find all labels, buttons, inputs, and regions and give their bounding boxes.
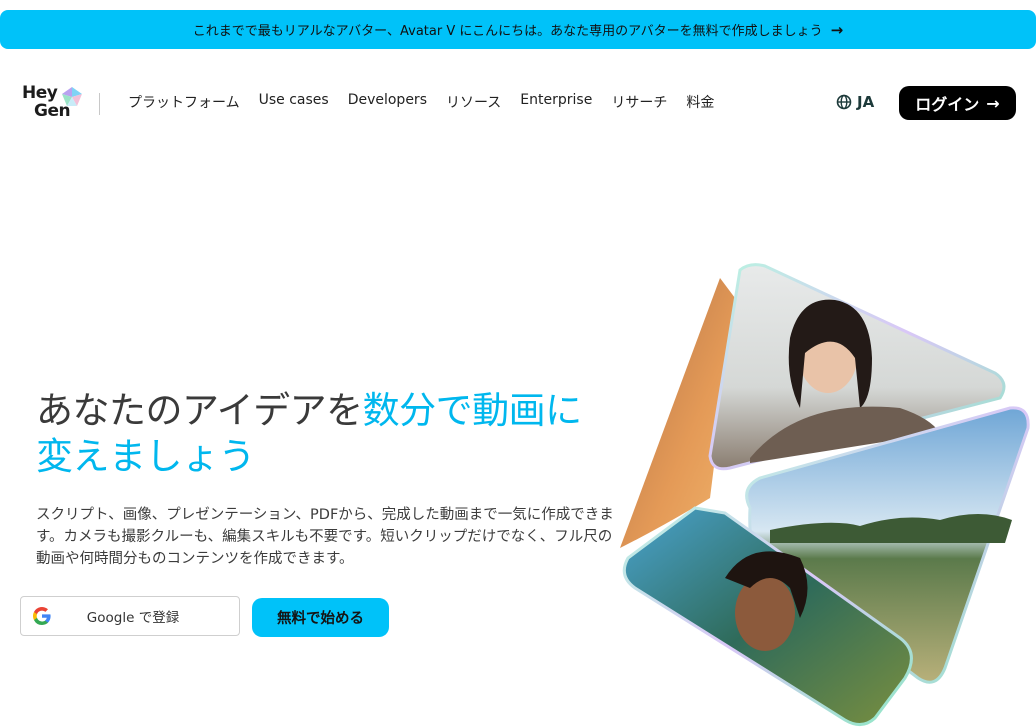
language-label: JA <box>857 93 875 111</box>
heygen-logo[interactable]: Hey Gen <box>22 84 86 122</box>
hero-avatar-collage <box>620 263 1030 726</box>
nav-item-research[interactable]: リサーチ <box>611 92 667 112</box>
nav-item-pricing[interactable]: 料金 <box>686 92 714 112</box>
nav-item-developers[interactable]: Developers <box>348 92 427 112</box>
start-free-label: 無料で始める <box>277 611 364 627</box>
nav-item-resources[interactable]: リソース <box>446 92 501 112</box>
headline-highlight1: 数分で動画に <box>362 389 583 432</box>
google-signup-button[interactable]: Google で登録 <box>20 596 240 636</box>
nav-item-use-cases[interactable]: Use cases <box>259 92 329 112</box>
language-selector[interactable]: JA <box>836 93 874 111</box>
nav-item-platform[interactable]: プラットフォーム <box>128 92 240 112</box>
bottom-portrait-face <box>735 575 795 651</box>
announcement-text: これまでで最もリアルなアバター、Avatar V にこんにちは。あなた専用のアバ… <box>192 24 823 39</box>
announcement-banner[interactable]: これまでで最もリアルなアバター、Avatar V にこんにちは。あなた専用のアバ… <box>0 10 1036 49</box>
logo-mark-icon <box>62 87 82 106</box>
login-button[interactable]: ログイン → <box>899 86 1016 120</box>
google-g-icon <box>33 607 51 625</box>
hero-description: スクリプト、画像、プレゼンテーション、PDFから、完成した動画まで一気に作成でき… <box>36 507 614 567</box>
headline-highlight2: 変えましょう <box>36 435 256 478</box>
headline-part1: あなたのアイデアを <box>36 389 363 432</box>
nav-divider <box>99 93 100 115</box>
arrow-right-icon: → <box>830 20 844 39</box>
nav-menu: プラットフォーム Use cases Developers リソース Enter… <box>128 92 714 112</box>
login-label: ログイン <box>915 95 980 114</box>
google-signup-label: Google で登録 <box>86 610 180 626</box>
globe-icon <box>836 94 852 110</box>
top-navigation: Hey Gen プラットフォーム Use cases Developers リソ… <box>0 80 1036 124</box>
start-free-button[interactable]: 無料で始める <box>252 598 389 637</box>
nav-item-enterprise[interactable]: Enterprise <box>520 92 592 112</box>
logo-text-line1: Hey <box>22 83 58 103</box>
hero-headline: あなたのアイデアを数分で動画に 変えましょう <box>36 388 582 480</box>
arrow-right-icon: → <box>986 93 1000 113</box>
